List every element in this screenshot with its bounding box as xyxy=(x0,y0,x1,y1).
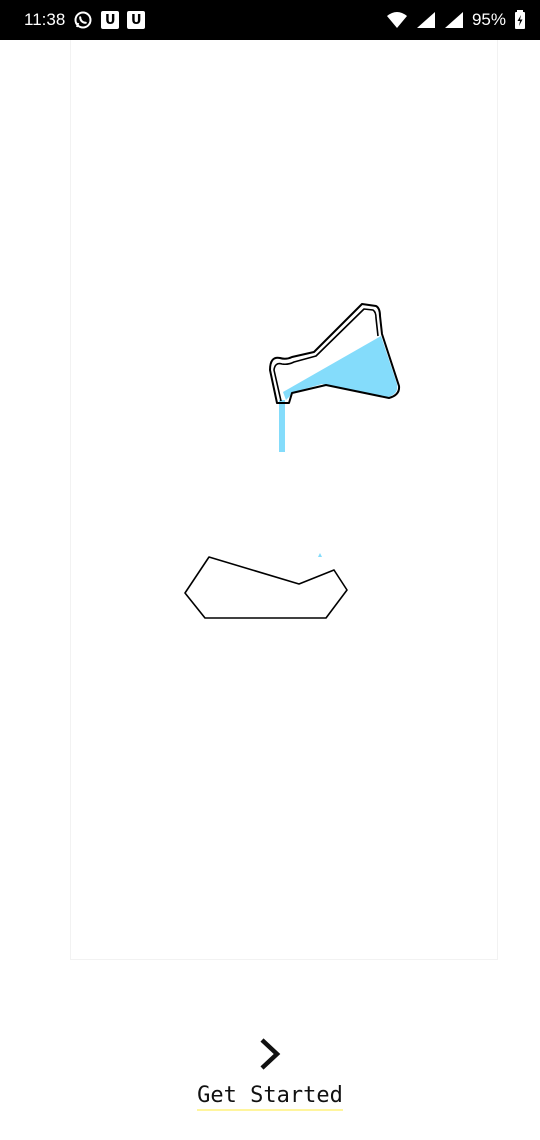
whatsapp-icon xyxy=(73,10,93,30)
next-button[interactable] xyxy=(250,1032,290,1076)
status-time: 11:38 xyxy=(24,10,66,29)
status-bar-right: 95% xyxy=(386,10,526,30)
wifi-icon xyxy=(386,11,408,29)
get-started-button[interactable]: Get Started xyxy=(0,1083,540,1111)
notification-u-icon: U xyxy=(101,11,120,29)
battery-percent: 95% xyxy=(471,10,506,29)
notification-u-icon: U xyxy=(127,11,146,29)
status-bar: 11:38 U U 95% xyxy=(0,0,540,40)
onboarding-card xyxy=(70,40,498,960)
chevron-right-icon xyxy=(260,1038,281,1070)
battery-charging-icon xyxy=(514,10,526,30)
signal-icon xyxy=(416,11,436,29)
signal-icon xyxy=(444,11,464,29)
get-started-label: Get Started xyxy=(197,1083,343,1111)
status-bar-left: 11:38 U U xyxy=(24,10,146,30)
